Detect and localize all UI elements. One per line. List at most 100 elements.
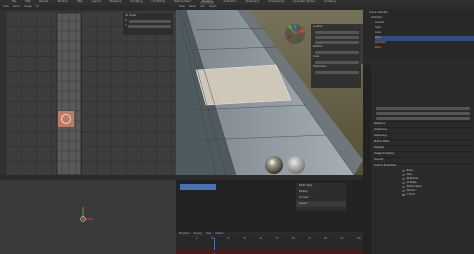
- bottom-3d-view[interactable]: [0, 175, 176, 254]
- uv-island[interactable]: [54, 11, 88, 177]
- bottom-view-header: [0, 175, 176, 180]
- timeline-tick: 90: [340, 237, 344, 240]
- properties-section-label: Relations: [374, 122, 385, 126]
- timeline-tick: 60: [291, 237, 295, 240]
- 3d-viewport[interactable]: View Select Add Object Location Rotation…: [176, 5, 363, 175]
- rotation-field[interactable]: [315, 50, 359, 54]
- properties-editor[interactable]: Relations Collections Instancing Motion Pat…: [363, 60, 474, 254]
- menu-item-0[interactable]: File: [12, 1, 16, 4]
- viewport-header: View Select Add Object: [176, 5, 363, 10]
- outliner-item-label: Plane: [375, 46, 382, 50]
- uv-editor[interactable]: View Select Image UV UV Vertex X Y: [0, 5, 176, 177]
- checkbox[interactable]: [402, 169, 405, 173]
- transform-field-1[interactable]: [376, 106, 470, 110]
- checkbox[interactable]: [402, 189, 405, 193]
- scale-field[interactable]: [315, 60, 359, 64]
- timeline-tick: 80: [324, 237, 328, 240]
- properties-section-label: Viewport Display: [374, 152, 395, 156]
- properties-section-label: Instancing: [374, 134, 387, 138]
- display-option-label: Shadow: [406, 188, 416, 192]
- display-option[interactable]: In Front: [402, 193, 472, 197]
- node-menu-label: Editor Type: [299, 183, 313, 187]
- display-option-label: Texture Space: [406, 184, 422, 188]
- checkbox[interactable]: [402, 185, 405, 189]
- menu-item-13[interactable]: Compositing: [268, 1, 284, 4]
- properties-content: Relations Collections Instancing Motion Pat…: [372, 105, 472, 197]
- properties-section-label: Custom Properties: [374, 164, 396, 168]
- timeline-menu-3[interactable]: Marker: [215, 232, 223, 235]
- tool-item-active[interactable]: [180, 184, 216, 190]
- tool-item[interactable]: [180, 191, 216, 197]
- display-option-label: Axes: [406, 172, 412, 176]
- timeline-tick: 40: [259, 237, 263, 240]
- transform-field-3[interactable]: [376, 116, 470, 120]
- timeline-menu-2[interactable]: View: [206, 232, 212, 235]
- uv-menu-3[interactable]: UV: [36, 5, 39, 8]
- menu-item-4[interactable]: Help: [77, 1, 83, 4]
- location-x[interactable]: [315, 30, 359, 34]
- viewport-menu-2[interactable]: Add: [200, 5, 205, 8]
- uv-menu-2[interactable]: Image: [24, 5, 32, 8]
- timeline-tick: 50: [275, 237, 279, 240]
- menu-item-2[interactable]: Render: [39, 1, 48, 4]
- tool-list: [178, 183, 218, 205]
- uv-x-field[interactable]: [128, 19, 171, 23]
- viewport-menu-1[interactable]: Select: [189, 5, 196, 8]
- properties-section-label: Line Art: [374, 158, 384, 162]
- outliner[interactable]: Scene Collection Collection Camera Light Cu…: [363, 5, 474, 60]
- menu-item-12[interactable]: Rendering: [246, 1, 259, 4]
- timeline-tick: 70: [307, 237, 311, 240]
- display-option-label: In Front: [406, 192, 415, 196]
- display-option-label: Wireframe: [406, 176, 418, 180]
- transform-field-2[interactable]: [376, 111, 470, 115]
- node-menu-item[interactable]: Layout: [296, 201, 346, 207]
- menu-item-5[interactable]: Layout: [92, 1, 101, 4]
- checkbox[interactable]: [402, 181, 405, 185]
- timeline-header: Playback Keying View Marker: [176, 232, 363, 237]
- uv-menu-0[interactable]: View: [3, 5, 9, 8]
- timeline-tick: 20: [226, 237, 230, 240]
- viewport-menu-0[interactable]: View: [179, 5, 185, 8]
- node-menu-label: Display: [299, 189, 308, 193]
- node-editor[interactable]: Editor Type Display Convert Layout: [176, 175, 363, 232]
- navigation-gizmo[interactable]: [284, 23, 306, 45]
- menu-item-7[interactable]: Sculpting: [130, 1, 142, 4]
- location-y[interactable]: [315, 35, 359, 39]
- menu-item-11[interactable]: Animation: [223, 1, 236, 4]
- timeline-menu-0[interactable]: Playback: [179, 232, 190, 235]
- node-editor-header: [176, 175, 363, 180]
- outliner-item-label: Collection: [371, 16, 383, 20]
- dimensions-field[interactable]: [315, 70, 359, 74]
- menu-item-15[interactable]: Scripting: [324, 1, 336, 4]
- uv-grid: [6, 11, 176, 175]
- frame-range-bar: [176, 250, 363, 253]
- uv-vertex-title: UV Vertex: [125, 14, 137, 17]
- timeline-menu-1[interactable]: Keying: [194, 232, 202, 235]
- menu-item-3[interactable]: Window: [58, 1, 68, 4]
- timeline-tick: 30: [243, 237, 247, 240]
- origin-axes: [80, 207, 93, 222]
- timeline[interactable]: Playback Keying View Marker 0 10 20 30 40 50 60 70…: [176, 232, 363, 254]
- menu-item-6[interactable]: Modeling: [110, 1, 122, 4]
- tool-item[interactable]: [180, 198, 216, 204]
- location-z[interactable]: [315, 40, 359, 44]
- outliner-item-label: Cube: [375, 31, 381, 35]
- checkbox[interactable]: [402, 173, 405, 177]
- checkbox[interactable]: [402, 177, 405, 181]
- display-option-label: Name: [406, 168, 413, 172]
- uv-y-field[interactable]: [128, 24, 171, 28]
- node-menu-label: Layout: [299, 201, 308, 205]
- menu-item-9[interactable]: Texture Paint: [174, 1, 191, 4]
- properties-header: [363, 60, 474, 65]
- menu-item-1[interactable]: Edit: [25, 1, 30, 4]
- outliner-item-label: Camera: [375, 21, 385, 25]
- menu-item-10[interactable]: Shading: [199, 1, 215, 4]
- menu-item-8[interactable]: UV Editing: [152, 1, 166, 4]
- viewport-menu-3[interactable]: Object: [209, 5, 217, 8]
- menu-item-14[interactable]: Geometry Nodes: [293, 1, 315, 4]
- uv-menu-1[interactable]: Select: [13, 5, 20, 8]
- n-panel: Location Rotation Scale Dimensions: [311, 24, 361, 88]
- outliner-item[interactable]: Plane: [375, 46, 474, 51]
- timeline-ruler: 0 10 20 30 40 50 60 70 80 90 100: [196, 237, 361, 243]
- checkbox[interactable]: [402, 193, 405, 197]
